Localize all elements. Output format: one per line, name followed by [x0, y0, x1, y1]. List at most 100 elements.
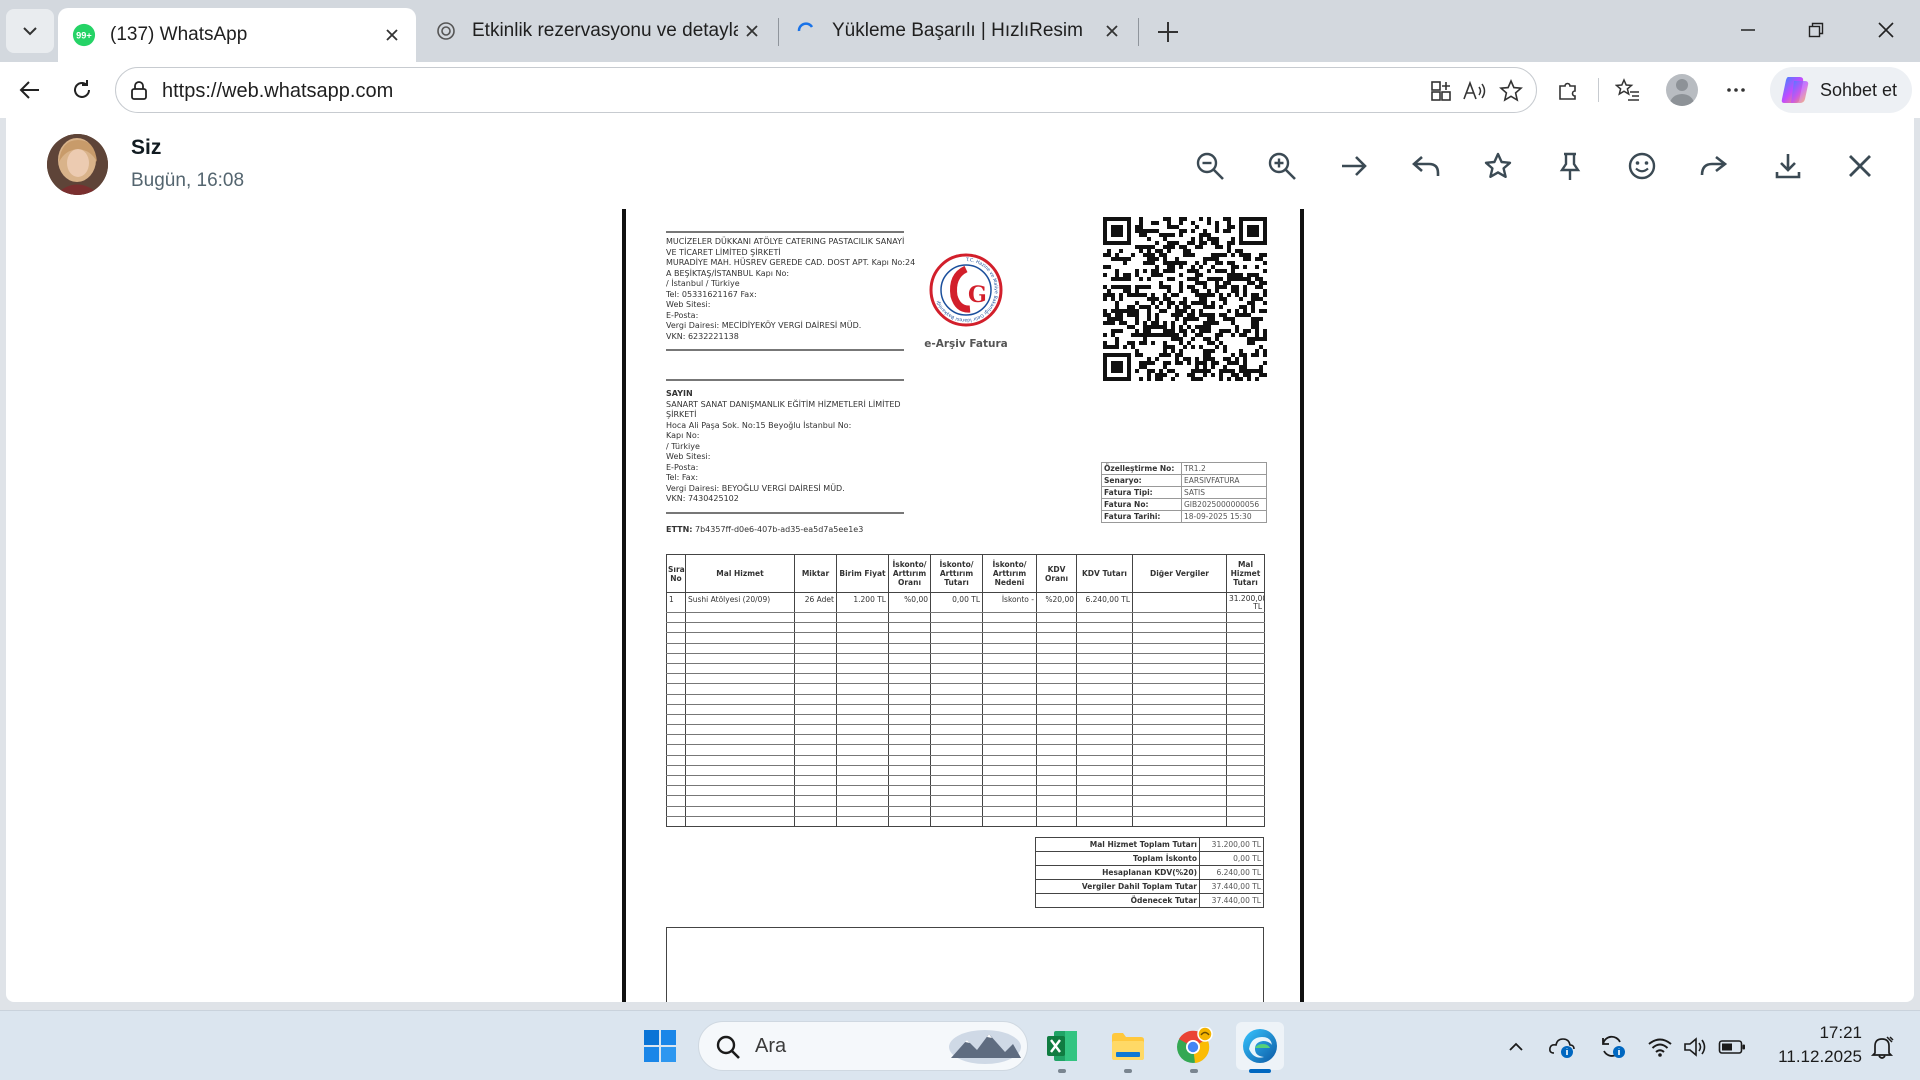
- buyer-line: Hoca Ali Paşa Sok. No:15 Beyoğlu İstanbu…: [666, 420, 852, 430]
- close-tab-icon[interactable]: [738, 17, 766, 45]
- table-cell: 31.200,00 TL: [1226, 592, 1265, 613]
- puzzle-icon: [1559, 82, 1576, 100]
- tab-strip: 99+ (137) WhatsApp Etkinlik rezervasyonu…: [0, 0, 1920, 62]
- forward-button[interactable]: [1694, 146, 1734, 186]
- buyer-info: SAYIN SANART SANAT DANIŞMANLIK EĞİTİM Hİ…: [666, 389, 904, 505]
- new-tab-button[interactable]: [1148, 13, 1188, 51]
- running-indicator: [1058, 1069, 1066, 1073]
- invoice-image[interactable]: MUCİZELER DÜKKANI ATÖLYE CATERING PASTAC…: [622, 209, 1304, 1002]
- chevron-down-icon: [23, 27, 37, 36]
- taskbar-file-explorer[interactable]: [1104, 1022, 1152, 1073]
- clock-time: 17:21: [1819, 1023, 1862, 1042]
- sync-tray[interactable]: [1598, 1033, 1626, 1061]
- sender-avatar[interactable]: [47, 134, 108, 195]
- app-available-icon[interactable]: [1426, 76, 1456, 106]
- table-cell: [836, 765, 889, 777]
- close-window-button[interactable]: [1852, 8, 1920, 52]
- tab-whatsapp[interactable]: 99+ (137) WhatsApp: [58, 8, 416, 62]
- reply-button[interactable]: [1406, 146, 1446, 186]
- table-cell: [982, 785, 1037, 797]
- table-cell: [666, 653, 686, 664]
- table-cell: [836, 795, 889, 807]
- table-cell: [930, 785, 983, 797]
- tab-hizliresim[interactable]: Yükleme Başarılı | HızlıResim: [780, 8, 1136, 54]
- url-text[interactable]: https://web.whatsapp.com: [162, 80, 393, 103]
- tab-etkinlik[interactable]: Etkinlik rezervasyonu ve detaylar: [420, 8, 776, 54]
- table-cell: [794, 714, 837, 726]
- close-tab-icon[interactable]: [378, 21, 406, 49]
- tab-actions-menu-button[interactable]: [6, 9, 54, 53]
- table-cell: [1132, 734, 1227, 746]
- go-to-message-button[interactable]: [1334, 146, 1374, 186]
- refresh-button[interactable]: [60, 68, 104, 112]
- table-cell: [1226, 673, 1265, 685]
- favorites-button[interactable]: [1606, 68, 1650, 112]
- settings-more-button[interactable]: [1714, 68, 1758, 112]
- table-cell: [888, 694, 931, 705]
- table-cell: [836, 683, 889, 695]
- restore-button[interactable]: [1782, 8, 1850, 52]
- read-aloud-icon[interactable]: [1460, 76, 1490, 106]
- profile-button[interactable]: [1660, 68, 1704, 112]
- notifications-tray[interactable]: [1868, 1033, 1896, 1061]
- download-button[interactable]: [1768, 146, 1808, 186]
- back-button[interactable]: [8, 68, 52, 112]
- table-cell: [685, 673, 795, 685]
- table-cell: [1132, 744, 1227, 756]
- pin-icon: [1559, 152, 1581, 180]
- battery-tray[interactable]: [1718, 1033, 1746, 1061]
- table-row-empty: [666, 775, 1265, 787]
- table-cell: [1132, 765, 1227, 777]
- zoom-out-button[interactable]: [1190, 146, 1230, 186]
- zoom-in-icon: [1268, 152, 1296, 180]
- zoom-in-button[interactable]: [1262, 146, 1302, 186]
- onedrive-tray[interactable]: [1548, 1033, 1576, 1061]
- battery-icon: [1718, 1040, 1745, 1054]
- taskbar-search[interactable]: Ara: [698, 1021, 1028, 1071]
- meta-value: SATIS: [1181, 486, 1267, 499]
- system-clock[interactable]: 17:21 11.12.2025: [1762, 1021, 1862, 1069]
- meta-value: TR1.2: [1181, 462, 1267, 475]
- address-bar[interactable]: https://web.whatsapp.com: [115, 67, 1537, 113]
- totals-value: 31.200,00 TL: [1199, 837, 1264, 852]
- table-cell: [1036, 765, 1077, 777]
- taskbar-chrome[interactable]: [1170, 1022, 1218, 1073]
- table-row-empty: [666, 622, 1265, 634]
- show-hidden-icons-button[interactable]: [1502, 1033, 1530, 1061]
- table-cell: [685, 775, 795, 787]
- extensions-button[interactable]: [1546, 68, 1590, 112]
- table-cell: [836, 663, 889, 675]
- taskbar-excel[interactable]: [1038, 1022, 1086, 1073]
- taskbar-edge[interactable]: [1236, 1022, 1284, 1073]
- table-cell: [1132, 755, 1227, 766]
- pin-message-button[interactable]: [1550, 146, 1590, 186]
- profile-avatar-icon: [1666, 74, 1698, 106]
- react-button[interactable]: [1622, 146, 1662, 186]
- start-button[interactable]: [636, 1022, 684, 1070]
- copilot-label: Sohbet et: [1820, 79, 1898, 100]
- table-cell: [888, 795, 931, 807]
- star-message-button[interactable]: [1478, 146, 1518, 186]
- table-cell: [666, 775, 686, 787]
- volume-icon: [1684, 1037, 1706, 1057]
- copilot-chat-button[interactable]: Sohbet et: [1770, 67, 1912, 113]
- minimize-button[interactable]: [1714, 8, 1782, 52]
- table-cell: [1036, 643, 1077, 654]
- table-cell: [1036, 775, 1077, 787]
- table-cell: [888, 612, 931, 624]
- close-viewer-button[interactable]: [1840, 146, 1880, 186]
- volume-tray[interactable]: [1682, 1033, 1710, 1061]
- table-cell: [666, 714, 686, 726]
- table-cell: [1132, 663, 1227, 675]
- table-cell: [794, 806, 837, 817]
- table-cell: [836, 785, 889, 797]
- table-cell: [1226, 816, 1265, 827]
- table-cell: [794, 643, 837, 654]
- table-cell: [794, 663, 837, 675]
- table-cell: [666, 744, 686, 756]
- table-cell: [685, 694, 795, 705]
- close-tab-icon[interactable]: [1098, 17, 1126, 45]
- table-cell: [888, 765, 931, 777]
- wifi-tray[interactable]: [1646, 1033, 1674, 1061]
- favorite-star-icon[interactable]: [1496, 76, 1526, 106]
